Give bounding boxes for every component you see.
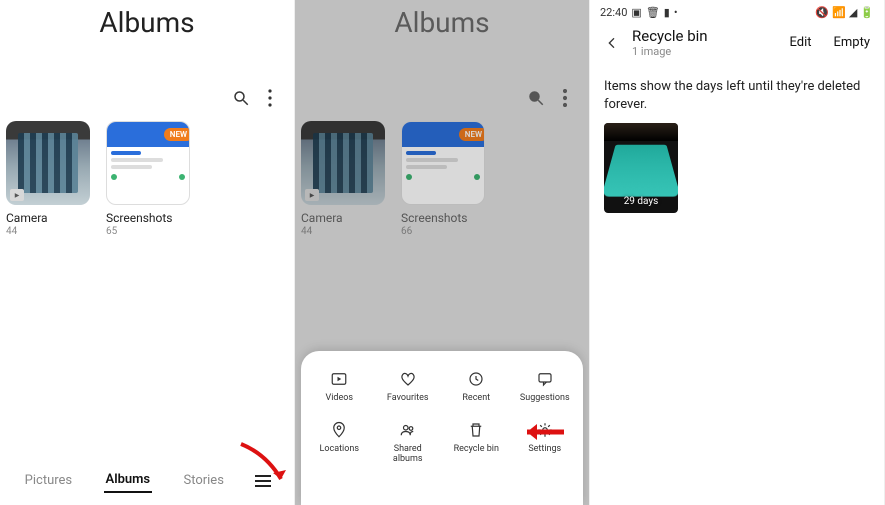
edit-button[interactable]: Edit — [789, 35, 811, 50]
play-box-icon — [329, 369, 349, 389]
albums-screen: Albums Camera 44 NEW — [0, 0, 295, 505]
album-camera[interactable]: Camera 44 — [301, 121, 385, 237]
back-icon[interactable] — [604, 35, 622, 51]
screen-title: Albums — [0, 0, 294, 89]
album-count: 66 — [401, 226, 485, 237]
status-time: 22:40 — [600, 6, 627, 19]
album-count: 65 — [106, 226, 190, 237]
status-notif-icon: ▣ — [631, 6, 641, 19]
new-badge: NEW — [459, 128, 485, 141]
more-icon[interactable] — [563, 89, 567, 107]
header: Recycle bin 1 image Edit Empty — [590, 21, 884, 64]
clock-icon — [466, 369, 486, 389]
heart-icon — [398, 369, 418, 389]
new-badge: NEW — [164, 128, 190, 141]
bottom-tabs: Pictures Albums Stories — [0, 468, 294, 493]
menu-shared-albums[interactable]: Shared albums — [376, 420, 440, 465]
battery-icon: 🔋 — [860, 6, 874, 19]
menu-locations[interactable]: Locations — [307, 420, 371, 465]
video-badge-icon — [305, 189, 319, 201]
album-name: Screenshots — [401, 211, 485, 225]
tab-stories[interactable]: Stories — [181, 469, 225, 492]
recycle-bin-screen: 22:40 ▣ 🗑 ▮ • 🔇 📶 ◢ 🔋 Recycle bin 1 imag… — [590, 0, 885, 505]
tab-pictures[interactable]: Pictures — [23, 469, 74, 492]
album-grid: Camera 44 NEW Screenshots 65 — [0, 121, 294, 237]
page-subtitle: 1 image — [632, 45, 767, 58]
toolbar — [0, 89, 294, 121]
status-bar: 22:40 ▣ 🗑 ▮ • 🔇 📶 ◢ 🔋 — [590, 0, 884, 21]
people-icon — [398, 420, 418, 440]
status-notif-icon: 🗑 — [646, 6, 660, 19]
tab-albums[interactable]: Albums — [104, 468, 153, 493]
status-notif-icon: ▮ — [664, 6, 670, 19]
album-screenshots[interactable]: NEW Screenshots 65 — [106, 121, 190, 237]
menu-recent[interactable]: Recent — [444, 369, 508, 404]
days-left-label: 29 days — [604, 196, 678, 207]
album-thumbnail: NEW — [401, 121, 485, 205]
menu-recycle-bin[interactable]: Recycle bin — [444, 420, 508, 465]
screen-title: Albums — [295, 0, 589, 89]
status-notif-dot: • — [674, 6, 678, 19]
more-icon[interactable] — [268, 89, 272, 107]
hamburger-icon[interactable] — [255, 475, 271, 487]
album-name: Camera — [301, 211, 385, 225]
search-icon[interactable] — [527, 89, 545, 107]
album-camera[interactable]: Camera 44 — [6, 121, 90, 237]
album-count: 44 — [301, 226, 385, 237]
deleted-item-thumbnail[interactable]: 29 days — [604, 123, 678, 213]
albums-screen-menu-open: Albums Camera 44 NEW — [295, 0, 590, 505]
menu-videos[interactable]: Videos — [307, 369, 371, 404]
video-badge-icon — [10, 189, 24, 201]
album-grid: Camera 44 NEW Screenshots 66 — [295, 121, 589, 237]
bottom-sheet-menu: Videos Favourites Recent Suggestions — [301, 351, 583, 505]
info-message: Items show the days left until they're d… — [590, 64, 884, 123]
signal-icon: ◢ — [849, 6, 857, 19]
album-name: Screenshots — [106, 211, 190, 225]
album-thumbnail — [6, 121, 90, 205]
album-count: 44 — [6, 226, 90, 237]
location-icon — [329, 420, 349, 440]
search-icon[interactable] — [232, 89, 250, 107]
gear-icon — [535, 420, 555, 440]
toolbar — [295, 89, 589, 121]
mute-icon: 🔇 — [815, 6, 829, 19]
empty-button[interactable]: Empty — [834, 35, 871, 50]
album-thumbnail — [301, 121, 385, 205]
menu-settings[interactable]: Settings — [513, 420, 577, 465]
page-title: Recycle bin — [632, 27, 767, 45]
trash-icon — [466, 420, 486, 440]
album-thumbnail: NEW — [106, 121, 190, 205]
wifi-icon: 📶 — [832, 6, 846, 19]
menu-favourites[interactable]: Favourites — [376, 369, 440, 404]
menu-suggestions[interactable]: Suggestions — [513, 369, 577, 404]
album-name: Camera — [6, 211, 90, 225]
album-screenshots[interactable]: NEW Screenshots 66 — [401, 121, 485, 237]
chat-icon — [535, 369, 555, 389]
